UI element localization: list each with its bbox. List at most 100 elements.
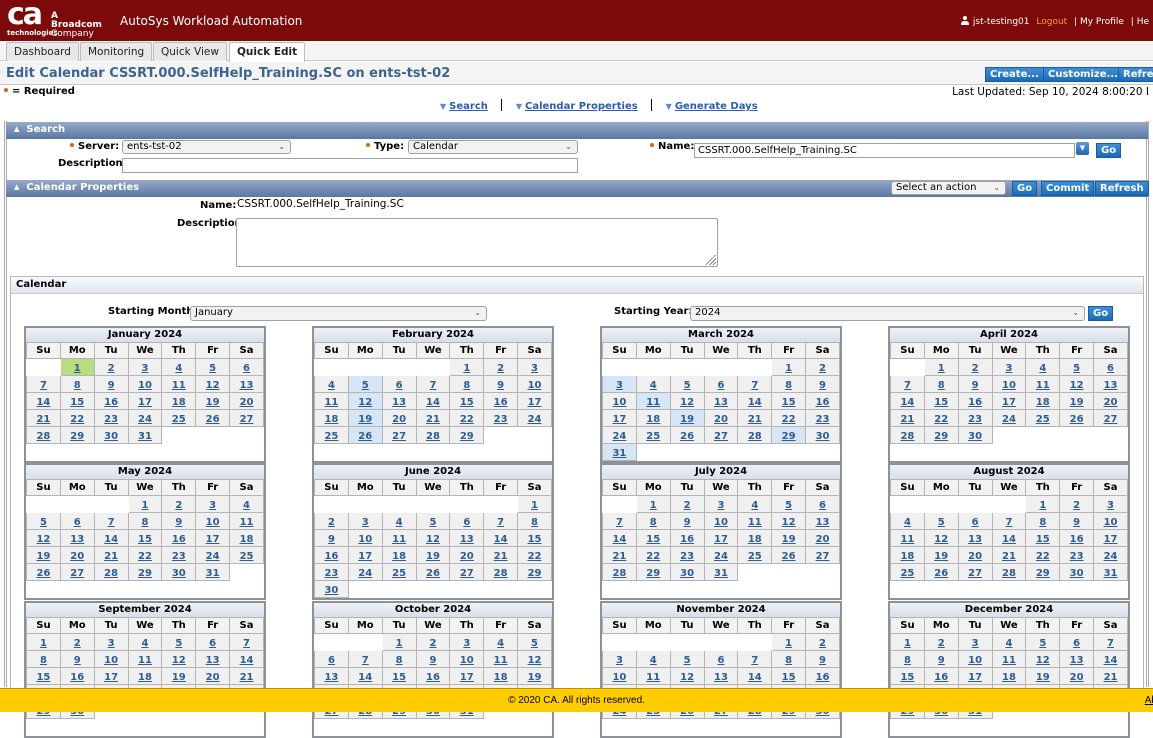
calendar-day-link[interactable]: 17 [1002, 397, 1016, 408]
calendar-day[interactable]: 6 [449, 512, 485, 530]
calendar-day[interactable]: 29 [1025, 563, 1061, 581]
calendar-day-link[interactable]: 5 [429, 517, 436, 528]
calendar-day[interactable]: 9 [314, 529, 349, 547]
calendar-day-link[interactable]: 6 [1107, 363, 1114, 374]
calendar-day-link[interactable]: 15 [528, 534, 542, 545]
calendar-day-link[interactable]: 9 [819, 380, 826, 391]
calendar-day[interactable]: 29 [771, 426, 807, 444]
calendar-day-link[interactable]: 25 [172, 414, 186, 425]
calendar-day-link[interactable]: 27 [460, 568, 474, 579]
calendar-day[interactable]: 7 [737, 650, 773, 668]
calendar-day-link[interactable]: 1 [463, 363, 470, 374]
calendar-day[interactable]: 21 [1093, 667, 1128, 685]
calendar-day[interactable]: 18 [314, 409, 349, 427]
calendar-day-link[interactable]: 1 [396, 638, 403, 649]
calendar-day[interactable]: 24 [195, 546, 231, 564]
calendar-day[interactable]: 23 [957, 409, 993, 427]
calendar-day-link[interactable]: 23 [968, 414, 982, 425]
calendar-day-link[interactable]: 26 [36, 568, 50, 579]
calendar-day-link[interactable]: 15 [36, 672, 50, 683]
calendar-day-link[interactable]: 6 [209, 638, 216, 649]
calendar-day-link[interactable]: 27 [70, 568, 84, 579]
calendar-day[interactable]: 29 [59, 426, 95, 444]
calendar-day[interactable]: 11 [161, 375, 197, 393]
calendar-day[interactable]: 30 [1059, 563, 1095, 581]
calendar-day[interactable]: 14 [483, 529, 519, 547]
calendar-day[interactable]: 26 [1059, 409, 1095, 427]
calendar-day-link[interactable]: 18 [172, 397, 186, 408]
calendar-day-link[interactable]: 14 [358, 672, 372, 683]
calendar-day[interactable]: 6 [59, 512, 95, 530]
calendar-day-link[interactable]: 4 [1005, 638, 1012, 649]
calendar-day-link[interactable]: 10 [206, 517, 220, 528]
calendar-day-link[interactable]: 27 [714, 431, 728, 442]
calendar-day[interactable]: 15 [127, 529, 163, 547]
calendar-day-link[interactable]: 16 [426, 672, 440, 683]
calendar-day[interactable]: 13 [195, 650, 231, 668]
calendar-day-link[interactable]: 18 [1002, 672, 1016, 683]
calendar-day-link[interactable]: 31 [1104, 568, 1118, 579]
calendar-day-link[interactable]: 10 [104, 655, 118, 666]
calendar-day[interactable]: 4 [381, 512, 417, 530]
calendar-day[interactable]: 14 [415, 392, 451, 410]
calendar-day-link[interactable]: 14 [1104, 655, 1118, 666]
calendar-day[interactable]: 30 [805, 426, 840, 444]
calendar-day-link[interactable]: 8 [396, 655, 403, 666]
calendar-day-link[interactable]: 3 [1005, 363, 1012, 374]
calendar-go-button[interactable]: Go [1088, 306, 1114, 321]
calendar-day-link[interactable]: 6 [717, 655, 724, 666]
calendar-day-link[interactable]: 19 [358, 414, 372, 425]
calendar-day[interactable]: 13 [229, 375, 264, 393]
calendar-day[interactable]: 27 [1093, 409, 1128, 427]
calendar-day[interactable]: 15 [517, 529, 552, 547]
calendar-day-link[interactable]: 5 [684, 655, 691, 666]
calendar-day[interactable]: 11 [635, 667, 671, 685]
calendar-day-link[interactable]: 20 [714, 414, 728, 425]
calendar-day-link[interactable]: 7 [243, 638, 250, 649]
calendar-day[interactable]: 1 [1025, 495, 1061, 513]
calendar-day[interactable]: 20 [1093, 392, 1128, 410]
calendar-day[interactable]: 3 [602, 375, 637, 393]
calendar-day[interactable]: 2 [59, 633, 95, 651]
calendar-day-link[interactable]: 20 [816, 534, 830, 545]
calendar-day-link[interactable]: 10 [612, 672, 626, 683]
calendar-day[interactable]: 16 [923, 667, 959, 685]
calendar-day[interactable]: 17 [347, 546, 383, 564]
calendar-day[interactable]: 22 [127, 546, 163, 564]
calendar-day[interactable]: 8 [59, 375, 95, 393]
calendar-day[interactable]: 6 [195, 633, 231, 651]
calendar-day-link[interactable]: 5 [175, 638, 182, 649]
calendar-day-link[interactable]: 21 [240, 672, 254, 683]
calendar-day[interactable]: 3 [195, 495, 231, 513]
calendar-day[interactable]: 20 [229, 392, 264, 410]
calendar-day[interactable]: 14 [229, 650, 264, 668]
calendar-day[interactable]: 23 [483, 409, 519, 427]
help-link[interactable]: | He [1131, 17, 1149, 27]
calendar-day-link[interactable]: 23 [172, 551, 186, 562]
calendar-day[interactable]: 19 [161, 667, 197, 685]
calendar-day-link[interactable]: 10 [612, 397, 626, 408]
calendar-day-link[interactable]: 3 [141, 363, 148, 374]
calendar-day-link[interactable]: 21 [900, 414, 914, 425]
calendar-day[interactable]: 29 [923, 426, 959, 444]
calendar-day-link[interactable]: 25 [748, 551, 762, 562]
calendar-day-link[interactable]: 13 [70, 534, 84, 545]
calendar-day[interactable]: 17 [517, 392, 552, 410]
calendar-day-link[interactable]: 21 [104, 551, 118, 562]
calendar-day-link[interactable]: 27 [392, 431, 406, 442]
calendar-day-link[interactable]: 2 [1073, 500, 1080, 511]
calendar-day-link[interactable]: 16 [934, 672, 948, 683]
calendar-day-link[interactable]: 13 [714, 672, 728, 683]
calendar-day[interactable]: 15 [890, 667, 925, 685]
calendar-day[interactable]: 1 [517, 495, 552, 513]
calendar-day[interactable]: 21 [415, 409, 451, 427]
calendar-day-link[interactable]: 17 [714, 534, 728, 545]
calendar-day[interactable]: 16 [957, 392, 993, 410]
calendar-day[interactable]: 5 [415, 512, 451, 530]
calendar-day[interactable]: 19 [771, 529, 807, 547]
calendar-day-link[interactable]: 8 [141, 517, 148, 528]
search-section-header[interactable]: ▲ Search [6, 122, 1148, 139]
calendar-day[interactable]: 24 [1093, 546, 1128, 564]
calendar-day[interactable]: 6 [1059, 633, 1095, 651]
calendar-day-link[interactable]: 13 [1070, 655, 1084, 666]
